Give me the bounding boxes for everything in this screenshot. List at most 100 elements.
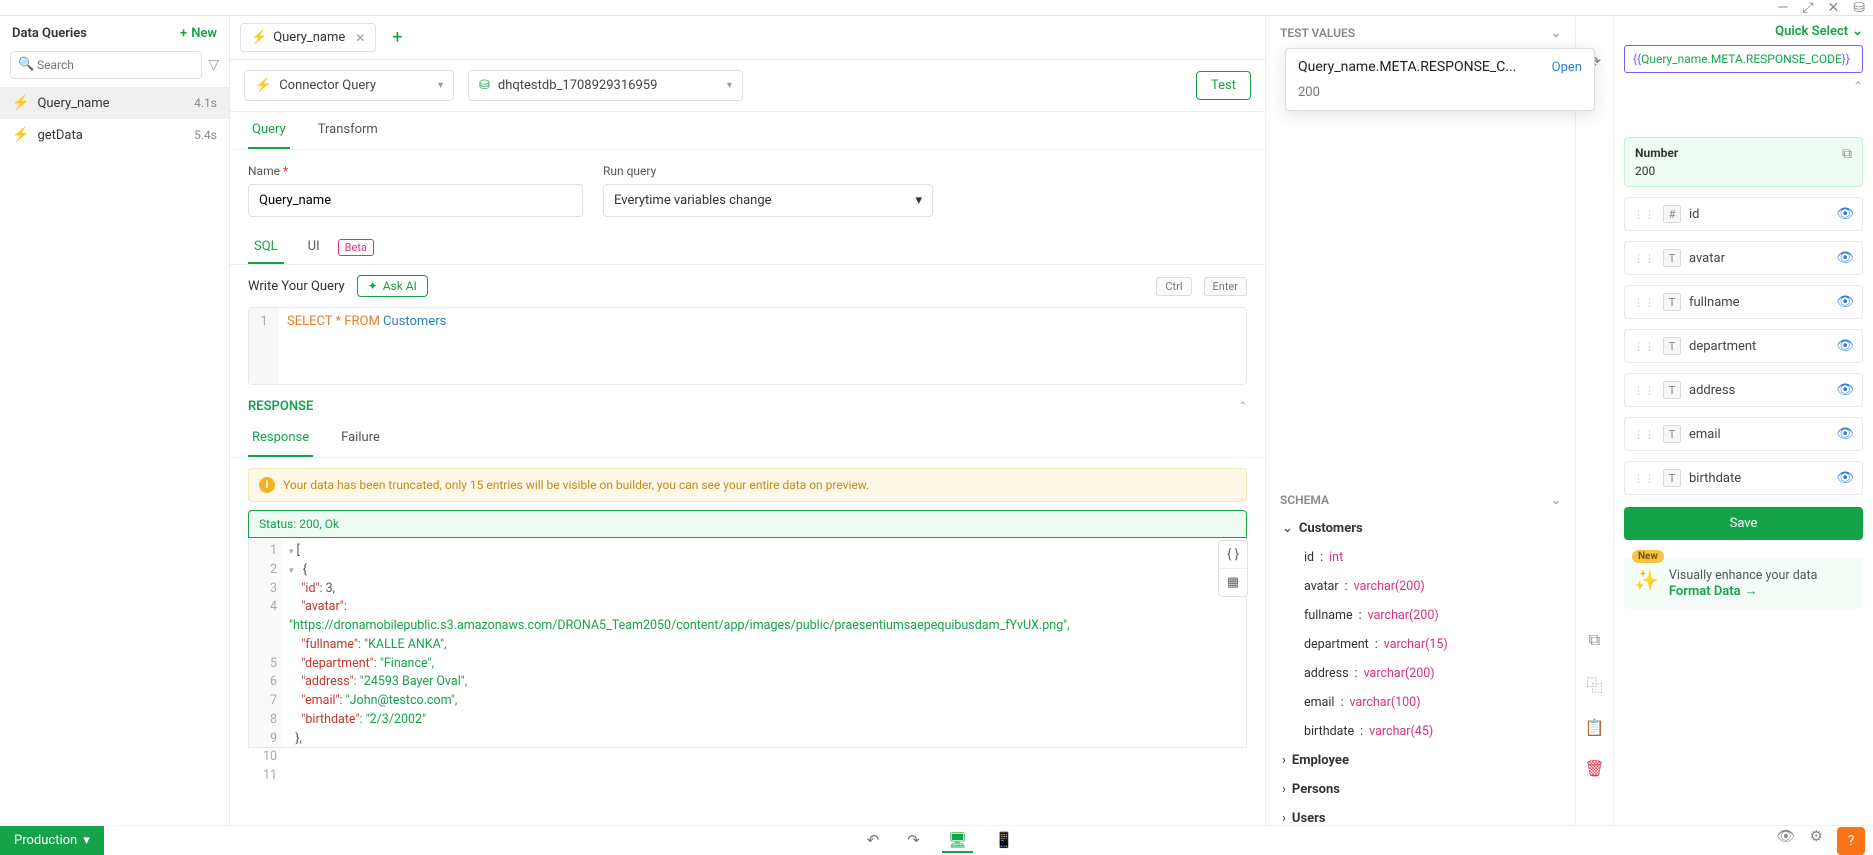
schema-table-persons[interactable]: ›Persons bbox=[1280, 778, 1561, 801]
json-view-icon[interactable]: { } bbox=[1219, 541, 1247, 569]
popover-open-link[interactable]: Open bbox=[1552, 60, 1582, 75]
chevron-down-icon[interactable]: ⌄ bbox=[1551, 26, 1561, 40]
close-tab-icon[interactable]: ✕ bbox=[355, 31, 365, 45]
drag-icon: ⋮⋮ bbox=[1633, 208, 1655, 221]
redo-icon[interactable]: ↷ bbox=[901, 829, 926, 853]
query-item-query_name[interactable]: ⚡Query_name 4.1s bbox=[0, 87, 229, 119]
chevron-up-icon[interactable]: ⌃ bbox=[1853, 79, 1863, 93]
run-value: Everytime variables change bbox=[614, 193, 772, 208]
plus-icon: + bbox=[180, 26, 187, 41]
close-icon[interactable]: ✕ bbox=[1828, 0, 1840, 16]
sidebar: Data Queries + New 🔍 ▽ ⚡Query_name 4.1s … bbox=[0, 16, 230, 840]
schema-table-customers[interactable]: ⌄Customers bbox=[1280, 517, 1561, 540]
field-row[interactable]: ⋮⋮Tfullname👁 bbox=[1624, 285, 1863, 319]
eye-icon[interactable]: 👁 bbox=[1836, 382, 1854, 398]
quick-select-button[interactable]: Quick Select⌄ bbox=[1624, 24, 1863, 45]
bottom-bar: Production ▾ ↶ ↷ 🖥 📱 👁 ⚙ ? bbox=[0, 825, 1873, 855]
help-icon[interactable]: ? bbox=[1837, 827, 1865, 855]
field-label: department bbox=[1689, 339, 1756, 354]
open-tab-query_name[interactable]: ⚡ Query_name ✕ bbox=[240, 23, 376, 52]
drag-icon: ⋮⋮ bbox=[1633, 428, 1655, 441]
field-label: birthdate bbox=[1689, 471, 1741, 486]
sparkle-icon: ✨ bbox=[1634, 568, 1659, 592]
side-actions: ⟳ ⧉ ⿻ 📋 🗑 bbox=[1575, 16, 1613, 840]
duplicate-icon[interactable]: ⧉ bbox=[1589, 630, 1600, 650]
environment-button[interactable]: Production ▾ bbox=[0, 826, 104, 855]
field-label: address bbox=[1689, 383, 1735, 398]
field-label: email bbox=[1689, 427, 1721, 442]
type-icon: T bbox=[1663, 469, 1681, 487]
schema-table-employee[interactable]: ›Employee bbox=[1280, 749, 1561, 772]
eye-icon[interactable]: 👁 bbox=[1836, 294, 1854, 310]
undo-icon[interactable]: ↶ bbox=[861, 829, 886, 853]
add-tab-button[interactable]: + bbox=[384, 23, 410, 52]
expression-input[interactable]: {{Query_name.META.RESPONSE_CODE}} bbox=[1624, 45, 1863, 73]
eye-icon[interactable]: 👁 bbox=[1836, 470, 1854, 486]
delete-icon[interactable]: 🗑 bbox=[1584, 759, 1604, 778]
kbd-enter: Enter bbox=[1204, 277, 1248, 296]
chevron-down-icon[interactable]: ⌄ bbox=[1551, 493, 1561, 507]
clipboard-icon[interactable]: 📋 bbox=[1585, 718, 1605, 737]
field-row[interactable]: ⋮⋮Taddress👁 bbox=[1624, 373, 1863, 407]
chevron-down-icon: ▾ bbox=[438, 80, 443, 91]
runquery-label: Run query bbox=[603, 164, 933, 178]
ask-ai-button[interactable]: ✦ Ask AI bbox=[357, 275, 428, 297]
env-label: Production bbox=[14, 833, 77, 848]
alert-text: Your data has been truncated, only 15 en… bbox=[283, 478, 869, 492]
db-label: dhqtestdb_1708929316959 bbox=[498, 78, 657, 93]
sidebar-title: Data Queries bbox=[12, 26, 87, 41]
save-button[interactable]: Save bbox=[1624, 507, 1863, 540]
copy-icon[interactable]: ⿻ bbox=[1586, 672, 1602, 696]
filter-icon[interactable]: ▽ bbox=[208, 57, 219, 73]
minimize-icon[interactable]: — bbox=[1777, 0, 1788, 16]
format-data-link[interactable]: Format Data→ bbox=[1669, 583, 1818, 599]
test-button[interactable]: Test bbox=[1196, 71, 1251, 100]
field-row[interactable]: ⋮⋮Tavatar👁 bbox=[1624, 241, 1863, 275]
database-select[interactable]: ⛁dhqtestdb_1708929316959 ▾ bbox=[468, 70, 743, 101]
chevron-up-icon[interactable]: ⌃ bbox=[1239, 401, 1247, 412]
name-input[interactable] bbox=[248, 184, 583, 217]
run-query-select[interactable]: Everytime variables change ▾ bbox=[603, 184, 933, 217]
eye-icon[interactable]: 👁 bbox=[1836, 206, 1854, 222]
expand-icon[interactable]: ⤢ bbox=[1802, 0, 1813, 16]
search-input[interactable] bbox=[10, 51, 202, 79]
schema-col: fullname : varchar(200) bbox=[1280, 604, 1561, 627]
connector-type-select[interactable]: ⚡Connector Query ▾ bbox=[244, 70, 454, 101]
query-name-label: Query_name bbox=[37, 96, 109, 111]
sql-editor[interactable]: 1 SELECT * FROM Customers bbox=[248, 307, 1247, 385]
tab-query[interactable]: Query bbox=[248, 112, 290, 149]
field-label: fullname bbox=[1689, 295, 1740, 310]
eye-icon[interactable]: 👁 bbox=[1836, 250, 1854, 266]
copy-icon[interactable]: ⧉ bbox=[1842, 146, 1852, 162]
test-values-heading: TEST VALUES bbox=[1280, 26, 1355, 40]
expression-popover: Query_name.META.RESPONSE_C... Open 200 bbox=[1285, 48, 1595, 111]
query-item-getdata[interactable]: ⚡getData 5.4s bbox=[0, 119, 229, 151]
popover-title: Query_name.META.RESPONSE_C... bbox=[1298, 59, 1516, 75]
eye-icon[interactable]: 👁 bbox=[1777, 827, 1796, 855]
field-row[interactable]: ⋮⋮Tbirthdate👁 bbox=[1624, 461, 1863, 495]
table-view-icon[interactable]: ▦ bbox=[1219, 569, 1247, 596]
tab-transform[interactable]: Transform bbox=[314, 112, 382, 149]
database-icon[interactable]: ⛁ bbox=[1853, 0, 1865, 16]
field-row[interactable]: ⋮⋮Temail👁 bbox=[1624, 417, 1863, 451]
settings-icon[interactable]: ⚙ bbox=[1810, 827, 1823, 855]
field-row[interactable]: ⋮⋮Tdepartment👁 bbox=[1624, 329, 1863, 363]
desktop-view-icon[interactable]: 🖥 bbox=[942, 829, 973, 853]
eye-icon[interactable]: 👁 bbox=[1836, 426, 1854, 442]
beta-badge: Beta bbox=[338, 239, 374, 256]
mobile-view-icon[interactable]: 📱 bbox=[989, 829, 1020, 853]
editor-line: SELECT * FROM Customers bbox=[279, 308, 454, 384]
format-data-card: New ✨ Visually enhance your data Format … bbox=[1624, 558, 1863, 609]
connector-type-label: Connector Query bbox=[279, 78, 376, 93]
truncation-alert: i Your data has been truncated, only 15 … bbox=[248, 468, 1247, 502]
json-viewer[interactable]: 1234567891011 ▾[ ▾ { "id": 3, "avatar": … bbox=[248, 538, 1247, 748]
tab-ui[interactable]: UI bbox=[302, 231, 326, 264]
eye-icon[interactable]: 👁 bbox=[1836, 338, 1854, 354]
field-row[interactable]: ⋮⋮#id👁 bbox=[1624, 197, 1863, 231]
new-query-button[interactable]: + New bbox=[180, 26, 217, 41]
number-label: Number bbox=[1635, 146, 1678, 160]
type-icon: T bbox=[1663, 293, 1681, 311]
tab-response[interactable]: Response bbox=[248, 420, 313, 457]
tab-sql[interactable]: SQL bbox=[248, 231, 284, 264]
tab-failure[interactable]: Failure bbox=[337, 420, 384, 457]
